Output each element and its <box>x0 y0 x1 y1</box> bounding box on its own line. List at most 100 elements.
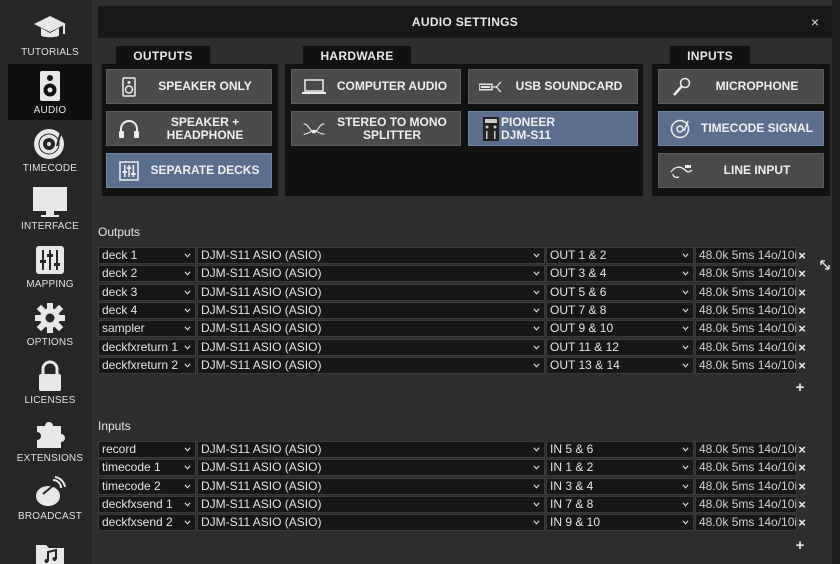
sidebar-item-options[interactable]: OPTIONS <box>8 296 92 352</box>
channel-pair-select[interactable]: OUT 9 & 10 <box>546 320 694 338</box>
sidebar-item-tutorials[interactable]: TUTORIALS <box>8 6 92 62</box>
delete-row-button[interactable]: × <box>796 441 808 458</box>
sidebar-item-music[interactable] <box>8 528 92 564</box>
chevron-down-icon <box>184 326 191 331</box>
app-window: TUTORIALS AUDIO TIMECODE INTERFACE MAPPI… <box>0 0 840 564</box>
channel-pair-select[interactable]: IN 9 & 10 <box>546 514 694 532</box>
chevron-down-icon <box>533 289 540 295</box>
delete-row-button[interactable]: × <box>796 247 808 264</box>
table-row: deckfxreturn 1 DJM-S11 ASIO (ASIO) OUT 11 … <box>98 338 806 356</box>
device-select[interactable]: DJM-S11 ASIO (ASIO) <box>197 265 545 283</box>
delete-row-button[interactable]: × <box>796 265 808 282</box>
channel-name-select[interactable]: timecode 2 <box>98 477 196 495</box>
delete-row-button[interactable]: × <box>796 320 808 337</box>
device-select[interactable]: DJM-S11 ASIO (ASIO) <box>197 320 545 338</box>
sidebar-item-broadcast[interactable]: BROADCAST <box>8 470 92 526</box>
gear-icon <box>32 302 68 334</box>
channel-pair-select[interactable]: OUT 7 & 8 <box>546 301 694 319</box>
chevron-down-icon <box>533 483 540 489</box>
sidebar-item-mapping[interactable]: MAPPING <box>8 238 92 294</box>
sidebar-item-extensions[interactable]: EXTENSIONS <box>8 412 92 468</box>
device-select[interactable]: DJM-S11 ASIO (ASIO) <box>197 301 545 319</box>
expand-icon[interactable] <box>818 258 832 272</box>
device-select[interactable]: DJM-S11 ASIO (ASIO) <box>197 477 545 495</box>
device-select[interactable]: DJM-S11 ASIO (ASIO) <box>197 356 545 374</box>
channel-name-select[interactable]: sampler <box>98 320 196 338</box>
delete-row-button[interactable]: × <box>796 478 808 495</box>
delete-row-button[interactable]: × <box>796 459 808 476</box>
chevron-down-icon <box>682 483 689 489</box>
device-select[interactable]: DJM-S11 ASIO (ASIO) <box>197 495 545 513</box>
channel-pair-select[interactable]: IN 3 & 4 <box>546 477 694 495</box>
stereo-to-mono-splitter-button[interactable]: STEREO TO MONO SPLITTER <box>291 111 461 146</box>
chevron-down-icon <box>184 344 191 350</box>
hardware-group-title: HARDWARE <box>303 46 411 66</box>
device-select[interactable]: DJM-S11 ASIO (ASIO) <box>197 459 545 477</box>
channel-pair-select[interactable]: OUT 13 & 14 <box>546 356 694 374</box>
page-title: AUDIO SETTINGS <box>411 15 519 29</box>
channel-name-select[interactable]: deckfxreturn 1 <box>98 338 196 356</box>
device-select[interactable]: DJM-S11 ASIO (ASIO) <box>197 283 545 301</box>
channel-name-select[interactable]: timecode 1 <box>98 459 196 477</box>
channel-pair-select[interactable]: OUT 3 & 4 <box>546 265 694 283</box>
delete-row-button[interactable]: × <box>796 514 808 531</box>
chevron-down-icon <box>682 326 689 331</box>
delete-row-button[interactable]: × <box>796 357 808 374</box>
device-info: 48.0k 5ms 14o/10i <box>695 283 797 301</box>
channel-name-select[interactable]: record <box>98 441 196 458</box>
usb-soundcard-button[interactable]: USB SOUNDCARD <box>468 69 638 104</box>
channel-pair-select[interactable]: IN 5 & 6 <box>546 441 694 458</box>
device-select[interactable]: DJM-S11 ASIO (ASIO) <box>197 247 545 264</box>
chevron-down-icon <box>682 363 689 368</box>
device-info: 48.0k 5ms 14o/10i <box>695 301 797 319</box>
device-select[interactable]: DJM-S11 ASIO (ASIO) <box>197 441 545 458</box>
chevron-down-icon <box>533 253 540 258</box>
pioneer-djm-s11-button[interactable]: PIONEER DJM-S11 <box>468 111 638 146</box>
channel-pair-select[interactable]: OUT 1 & 2 <box>546 247 694 264</box>
channel-name-select[interactable]: deck 1 <box>98 247 196 264</box>
channel-name-select[interactable]: deck 2 <box>98 265 196 283</box>
channel-name-select[interactable]: deckfxreturn 2 <box>98 356 196 374</box>
channel-name-select[interactable]: deck 3 <box>98 283 196 301</box>
channel-name-select[interactable]: deckfxsend 2 <box>98 514 196 532</box>
microphone-button[interactable]: MICROPHONE <box>658 69 824 104</box>
channel-name-select[interactable]: deck 4 <box>98 301 196 319</box>
speaker-only-button[interactable]: SPEAKER ONLY <box>106 69 272 104</box>
chevron-down-icon <box>533 326 540 331</box>
chevron-down-icon <box>682 502 689 507</box>
delete-row-button[interactable]: × <box>796 284 808 301</box>
device-select[interactable]: DJM-S11 ASIO (ASIO) <box>197 338 545 356</box>
channel-pair-select[interactable]: IN 1 & 2 <box>546 459 694 477</box>
channel-name-select[interactable]: deckfxsend 1 <box>98 495 196 513</box>
sidebar-item-interface[interactable]: INTERFACE <box>8 180 92 236</box>
channel-pair-select[interactable]: OUT 11 & 12 <box>546 338 694 356</box>
graduation-cap-icon <box>32 12 68 44</box>
sidebar-item-label: EXTENSIONS <box>16 453 84 464</box>
separate-decks-button[interactable]: SEPARATE DECKS <box>106 153 272 188</box>
delete-row-button[interactable]: × <box>796 302 808 319</box>
channel-pair-select[interactable]: OUT 5 & 6 <box>546 283 694 301</box>
delete-row-button[interactable]: × <box>796 339 808 356</box>
device-info: 48.0k 5ms 14o/10i <box>695 338 797 356</box>
device-info: 48.0k 5ms 14o/10i <box>695 247 797 264</box>
monitor-icon <box>32 186 68 218</box>
sidebar-item-timecode[interactable]: TIMECODE <box>8 122 92 178</box>
computer-audio-button[interactable]: COMPUTER AUDIO <box>291 69 461 104</box>
device-select[interactable]: DJM-S11 ASIO (ASIO) <box>197 514 545 532</box>
channel-pair-select[interactable]: IN 7 & 8 <box>546 495 694 513</box>
close-button[interactable]: × <box>806 13 824 31</box>
line-input-button[interactable]: LINE INPUT <box>658 153 824 188</box>
add-input-button[interactable]: + <box>793 537 807 554</box>
timecode-signal-button[interactable]: TIMECODE SIGNAL <box>658 111 824 146</box>
chevron-down-icon <box>682 447 689 452</box>
table-row: deck 1 DJM-S11 ASIO (ASIO) OUT 1 & 2 48.0k … <box>98 247 806 264</box>
table-row: deck 3 DJM-S11 ASIO (ASIO) OUT 5 & 6 48.0k … <box>98 283 806 301</box>
sidebar-item-audio[interactable]: AUDIO <box>8 64 92 120</box>
add-output-button[interactable]: + <box>793 379 807 396</box>
delete-row-button[interactable]: × <box>796 496 808 513</box>
sidebar-item-licenses[interactable]: LICENSES <box>8 354 92 410</box>
hardware-group: COMPUTER AUDIO USB SOUNDCARD STEREO TO M… <box>285 64 643 196</box>
chevron-down-icon <box>533 520 540 525</box>
speaker-headphone-button[interactable]: SPEAKER + HEADPHONE <box>106 111 272 146</box>
device-info: 48.0k 5ms 14o/10i <box>695 265 797 283</box>
